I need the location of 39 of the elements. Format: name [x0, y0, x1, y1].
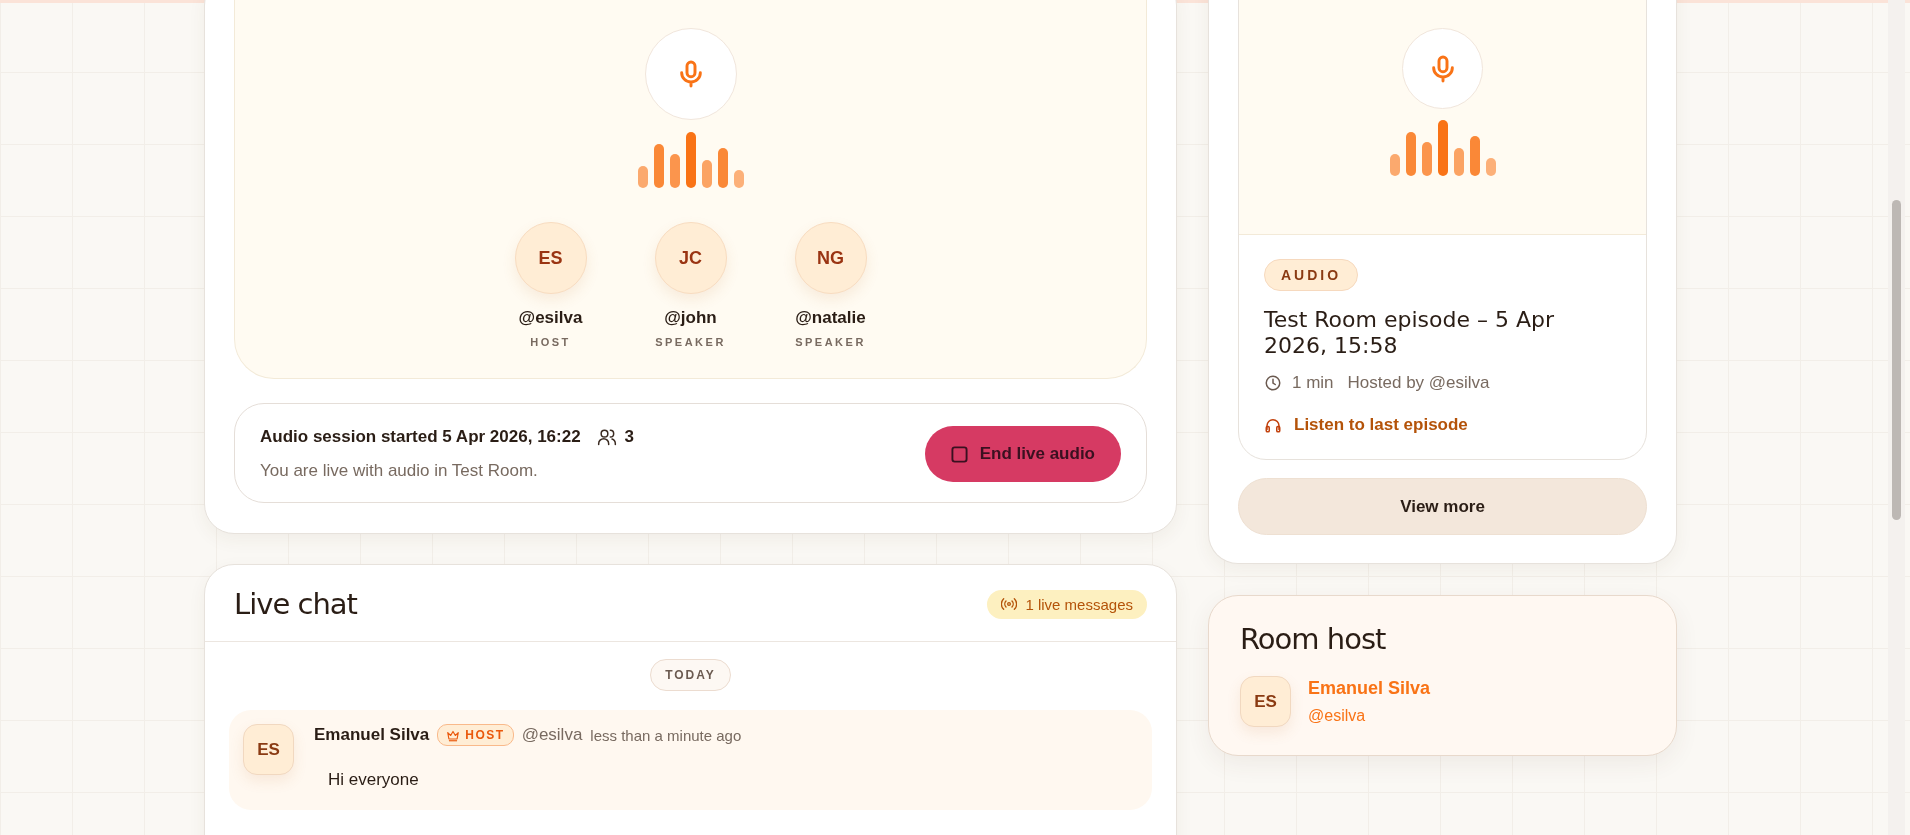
participant-handle: @esilva [518, 308, 583, 328]
episode-title: Test Room episode – 5 Apr 2026, 15:58 [1264, 307, 1556, 359]
participant-avatar: NG [794, 222, 867, 294]
message-text: Hi everyone [328, 770, 420, 790]
user-avatar: ES [243, 724, 294, 775]
stop-icon [950, 445, 968, 463]
headphones-icon [1264, 416, 1282, 434]
end-live-audio-button[interactable]: End live audio [924, 426, 1121, 482]
host-name[interactable]: Emanuel Silva [1308, 678, 1431, 699]
listen-link[interactable]: Listen to last episode [1264, 415, 1468, 435]
broadcast-icon [1001, 597, 1018, 611]
host-badge: HOST [437, 724, 514, 746]
participant-avatar: JC [654, 222, 727, 294]
participant-role: SPEAKER [655, 336, 726, 348]
crown-icon [446, 728, 461, 742]
participant-avatar: ES [514, 222, 587, 294]
author-name: Emanuel Silva [314, 725, 430, 745]
chat-title: Live chat [234, 587, 357, 621]
audio-tag: AUDIO [1264, 259, 1359, 291]
clock-icon [1264, 374, 1282, 392]
listener-count: 3 [624, 427, 635, 447]
view-more-button[interactable]: View more [1238, 478, 1647, 535]
participant-role: HOST [530, 336, 571, 348]
session-subtitle: You are live with audio in Test Room. [260, 461, 539, 481]
author-handle: @esilva [521, 725, 583, 745]
episode-host: Hosted by @esilva [1347, 373, 1490, 393]
date-divider: TODAY [650, 659, 731, 691]
scrollbar[interactable] [1888, 0, 1905, 835]
participant-handle: @john [664, 308, 717, 328]
message-time: less than a minute ago [590, 726, 742, 744]
live-messages-badge: 1 live messages [987, 589, 1147, 619]
host-avatar: ES [1240, 676, 1291, 727]
episode-duration: 1 min [1292, 373, 1334, 393]
participant-handle: @natalie [795, 308, 866, 328]
host-handle: @esilva [1308, 707, 1367, 725]
room-host-title: Room host [1240, 622, 1387, 656]
participant-role: SPEAKER [795, 336, 866, 348]
users-icon [596, 427, 617, 447]
session-title: Audio session started 5 Apr 2026, 16:22 [260, 427, 581, 447]
